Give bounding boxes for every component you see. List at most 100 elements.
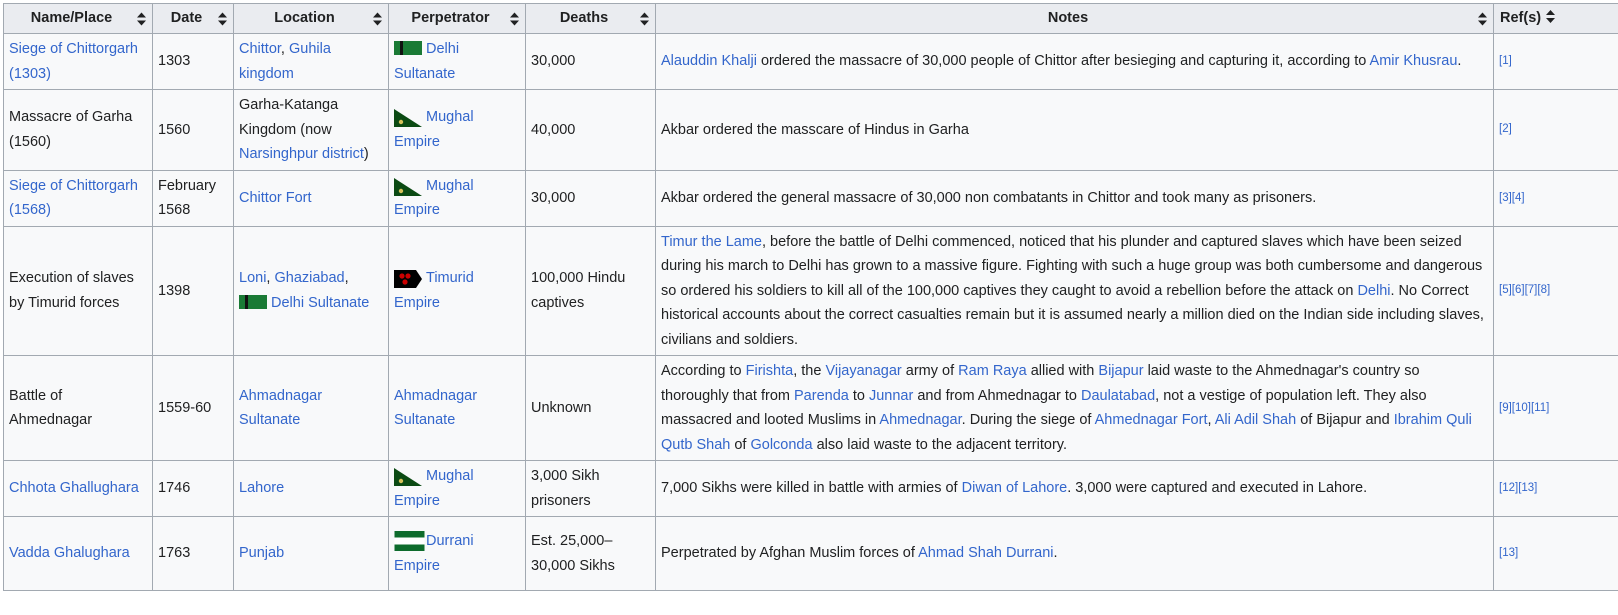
table-row: Chhota Ghallughara 1746 Lahore Mughal Empir… xyxy=(3,460,1618,517)
location-cell: Chittor Fort xyxy=(233,169,389,227)
durrani-empire-flag-icon xyxy=(394,531,425,551)
text: Akbar ordered the masscare of Hindus in … xyxy=(661,121,969,138)
date-cell: 1303 xyxy=(152,33,234,90)
wiki-link[interactable]: Ram Raya xyxy=(958,363,1027,379)
wiki-link[interactable]: Lahore xyxy=(239,480,284,496)
column-header-deaths[interactable]: Deaths xyxy=(525,3,656,34)
deaths-text: 3,000 Sikh prisoners xyxy=(531,468,600,509)
wiki-link[interactable]: Siege of Chittorgarh (1568) xyxy=(9,178,138,219)
location-cell: Lahore xyxy=(233,460,389,517)
sort-icon[interactable] xyxy=(218,12,227,25)
wiki-link[interactable]: Diwan of Lahore xyxy=(962,480,1068,496)
deaths-cell: 3,000 Sikh prisoners xyxy=(525,460,656,517)
wiki-link[interactable]: Ahmad Shah Durrani xyxy=(918,545,1053,561)
location-cell: Garha-Katanga Kingdom (now Narsinghpur d… xyxy=(233,89,389,171)
wiki-link[interactable]: Loni xyxy=(239,270,266,286)
mughal-empire-flag-icon xyxy=(394,107,422,128)
text: 7,000 Sikhs were killed in battle with a… xyxy=(661,480,962,497)
wiki-link[interactable]: Junnar xyxy=(869,388,913,404)
perpetrator-cell: Ahmadnagar Sultanate xyxy=(388,355,526,461)
column-header-perpetrator[interactable]: Perpetrator xyxy=(388,3,526,34)
text: Massacre of Garha (1560) xyxy=(9,109,133,150)
wiki-link[interactable]: Vadda Ghalughara xyxy=(9,545,130,561)
text: Akbar ordered the general massacre of 30… xyxy=(661,189,1317,206)
name-cell: Battle of Ahmednagar xyxy=(3,355,153,461)
wiki-link[interactable]: Firishta xyxy=(746,363,794,379)
wiki-link[interactable]: Ghaziabad xyxy=(274,270,344,286)
reference-link[interactable]: [10] xyxy=(1512,402,1531,414)
wiki-link[interactable]: Delhi Sultanate xyxy=(271,295,369,311)
name-cell: Chhota Ghallughara xyxy=(3,460,153,517)
header-row: Name/Place Date Location Perpetrator Dea… xyxy=(3,3,1618,34)
massacres-table: Name/Place Date Location Perpetrator Dea… xyxy=(3,3,1618,591)
wiki-link[interactable]: Ahmednagar xyxy=(879,412,961,428)
wiki-link[interactable]: Ali Adil Shah xyxy=(1215,412,1296,428)
wiki-link[interactable]: Ahmednagar Fort xyxy=(1095,412,1208,428)
wiki-link[interactable]: Timur the Lame xyxy=(661,234,762,250)
wiki-link[interactable]: Golconda xyxy=(750,437,812,453)
date-cell: 1763 xyxy=(152,516,234,591)
wiki-link[interactable]: Vijayanagar xyxy=(825,363,901,379)
date-cell: 1746 xyxy=(152,460,234,517)
reference-link[interactable]: [3] xyxy=(1499,192,1512,204)
location-cell: Loni, Ghaziabad, Delhi Sultanate xyxy=(233,225,389,356)
perpetrator-link[interactable]: Ahmadnagar Sultanate xyxy=(394,388,477,429)
reference-link[interactable]: [12] xyxy=(1499,482,1518,494)
timurid-empire-flag-icon xyxy=(394,268,422,289)
deaths-text: 40,000 xyxy=(531,121,576,138)
sort-icon[interactable] xyxy=(510,12,519,25)
reference-link[interactable]: [4] xyxy=(1512,192,1525,204)
wiki-link[interactable]: Chittor xyxy=(239,41,281,57)
column-header-date[interactable]: Date xyxy=(152,3,234,34)
reference-link[interactable]: [13] xyxy=(1499,547,1518,559)
wiki-link[interactable]: Bijapur xyxy=(1098,363,1143,379)
wiki-link[interactable]: Amir Khusrau xyxy=(1370,53,1458,69)
wiki-link[interactable]: Siege of Chittorgarh (1303) xyxy=(9,41,138,82)
wiki-link[interactable]: Delhi xyxy=(1357,283,1390,299)
notes-cell: 7,000 Sikhs were killed in battle with a… xyxy=(655,460,1494,517)
wiki-link[interactable]: Chittor Fort xyxy=(239,190,312,206)
reference-link[interactable]: [5] xyxy=(1499,284,1512,296)
reference-link[interactable]: [2] xyxy=(1499,123,1512,135)
text: . 3,000 were captured and executed in La… xyxy=(1067,480,1368,497)
notes-cell: Perpetrated by Afghan Muslim forces of A… xyxy=(655,516,1494,591)
text: allied with xyxy=(1026,363,1099,379)
name-cell: Siege of Chittorgarh (1303) xyxy=(3,33,153,90)
notes-cell: Timur the Lame, before the battle of Del… xyxy=(655,225,1494,356)
location-cell: Chittor, Guhila kingdom xyxy=(233,33,389,90)
mughal-empire-flag-icon xyxy=(394,176,422,196)
date-text: 1559-60 xyxy=(158,399,212,416)
sort-icon[interactable] xyxy=(1478,12,1487,25)
deaths-text: Est. 25,000–30,000 Sikhs xyxy=(531,533,615,574)
wiki-link[interactable]: Parenda xyxy=(794,388,849,404)
reference-link[interactable]: [1] xyxy=(1499,55,1512,67)
wiki-link[interactable]: Ahmadnagar Sultanate xyxy=(239,388,322,429)
reference-link[interactable]: [6] xyxy=(1512,284,1525,296)
sort-icon[interactable] xyxy=(373,12,382,25)
sort-icon[interactable] xyxy=(137,12,146,25)
reference-link[interactable]: [11] xyxy=(1531,402,1549,414)
column-header-refs[interactable]: Ref(s) xyxy=(1493,3,1618,34)
wiki-link[interactable]: Narsinghpur district xyxy=(239,146,364,162)
table-row: Massacre of Garha (1560) 1560 Garha-Katang… xyxy=(3,89,1618,171)
wiki-link[interactable]: Daulatabad xyxy=(1081,388,1155,404)
column-header-notes[interactable]: Notes xyxy=(655,3,1494,34)
table-body: Siege of Chittorgarh (1303) 1303 Chittor, … xyxy=(3,33,1618,591)
table-row: Execution of slaves by Timurid forces 139… xyxy=(3,225,1618,356)
reference-link[interactable]: [7] xyxy=(1525,284,1538,296)
deaths-cell: Est. 25,000–30,000 Sikhs xyxy=(525,516,656,591)
deaths-cell: 30,000 xyxy=(525,33,656,90)
reference-link[interactable]: [9] xyxy=(1499,402,1512,414)
sort-icon[interactable] xyxy=(640,12,649,25)
column-header-location[interactable]: Location xyxy=(233,3,389,34)
reference-link[interactable]: [8] xyxy=(1537,284,1550,296)
column-header-name[interactable]: Name/Place xyxy=(3,3,153,34)
wiki-link[interactable]: Punjab xyxy=(239,545,284,561)
column-header-label: Name/Place xyxy=(30,10,113,27)
wiki-link[interactable]: Alauddin Khalji xyxy=(661,53,757,69)
text: and from Ahmednagar to xyxy=(913,387,1081,404)
sort-icon[interactable] xyxy=(1546,10,1556,24)
references: [13] xyxy=(1499,547,1518,559)
wiki-link[interactable]: Chhota Ghallughara xyxy=(9,480,139,496)
reference-link[interactable]: [13] xyxy=(1518,482,1537,494)
